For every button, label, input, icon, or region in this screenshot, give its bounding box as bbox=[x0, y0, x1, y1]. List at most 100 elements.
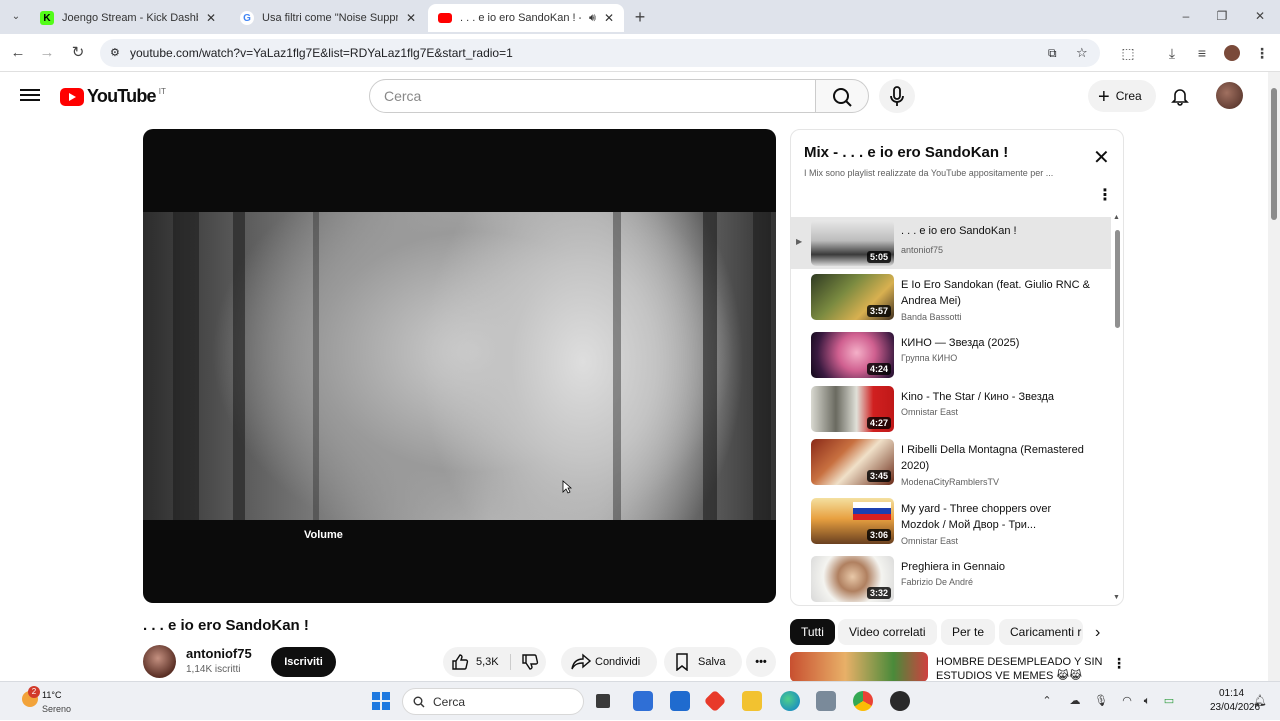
create-button[interactable]: + Crea bbox=[1088, 80, 1156, 112]
install-app-icon[interactable]: ⧉ bbox=[1048, 39, 1057, 67]
channel-avatar[interactable] bbox=[143, 645, 176, 678]
scroll-down-arrow-icon[interactable]: ▼ bbox=[1113, 594, 1120, 601]
browser-tab-strip: ⌄ K Joengo Stream - Kick Dashboar ✕ G Us… bbox=[0, 0, 1280, 34]
search-input[interactable]: Cerca bbox=[369, 79, 816, 113]
weather-condition: Sereno bbox=[42, 704, 72, 714]
outlook-icon[interactable] bbox=[670, 691, 690, 711]
chip-for-you[interactable]: Per te bbox=[941, 619, 996, 645]
video-image-tree bbox=[703, 212, 717, 520]
channel-name[interactable]: antoniof75 bbox=[186, 646, 252, 661]
chip-all[interactable]: Tutti bbox=[790, 619, 835, 645]
recommendation-menu-icon[interactable]: ⋮ bbox=[1112, 655, 1126, 672]
address-bar[interactable]: ⚙ youtube.com/watch?v=YaLaz1flg7E&list=R… bbox=[100, 39, 1100, 67]
windows-start-icon[interactable] bbox=[372, 692, 390, 710]
close-window-button[interactable]: ✕ bbox=[1250, 6, 1270, 26]
close-icon[interactable]: ✕ bbox=[1093, 148, 1110, 168]
tab-search-icon[interactable]: ⌄ bbox=[6, 7, 26, 27]
camera-app-icon[interactable] bbox=[816, 691, 836, 711]
playlist-item[interactable]: 4:24 КИНО — Звезда (2025) Группа КИНО bbox=[791, 329, 1111, 381]
save-button[interactable]: Salva bbox=[664, 647, 742, 677]
video-thumbnail: 4:24 bbox=[811, 332, 894, 378]
close-tab-icon[interactable]: ✕ bbox=[406, 11, 416, 25]
guide-menu-icon[interactable] bbox=[20, 86, 40, 106]
bookmark-star-icon[interactable]: ☆ bbox=[1076, 39, 1088, 67]
chevron-right-icon[interactable]: › bbox=[1095, 624, 1100, 642]
chevron-up-icon[interactable]: ⌃ bbox=[1040, 694, 1054, 708]
office-app-icon[interactable] bbox=[703, 689, 727, 713]
minimize-button[interactable]: – bbox=[1176, 6, 1196, 26]
back-icon[interactable]: ← bbox=[8, 43, 28, 63]
thumbs-up-icon bbox=[452, 654, 469, 670]
playlist-item-channel: Banda Bassotti bbox=[901, 312, 962, 322]
playlist-menu-icon[interactable]: ⋮ bbox=[1097, 188, 1113, 204]
close-tab-icon[interactable]: ✕ bbox=[604, 11, 614, 25]
network-share-icon[interactable]: ☁ bbox=[1068, 694, 1082, 708]
clock-time[interactable]: 01:14 bbox=[1219, 688, 1244, 699]
voice-search-button[interactable] bbox=[879, 79, 915, 113]
new-tab-button[interactable]: + bbox=[630, 7, 650, 27]
more-actions-button[interactable]: ••• bbox=[746, 647, 776, 677]
browser-tab-youtube[interactable]: . . . e io ero SandoKan ! - Yo 🔊︎ ✕ bbox=[428, 4, 624, 32]
like-dislike-group: 5,3K bbox=[443, 647, 546, 677]
weather-widget[interactable]: 2 11°C Sereno bbox=[22, 686, 82, 716]
media-control-icon[interactable]: ≡ bbox=[1192, 43, 1212, 63]
edge-icon[interactable] bbox=[780, 691, 800, 711]
playlist-item[interactable]: 3:45 I Ribelli Della Montagna (Remastere… bbox=[791, 436, 1111, 488]
share-button[interactable]: Condividi bbox=[561, 647, 657, 677]
playlist-item[interactable]: ▶ 5:05 . . . e io ero SandoKan ! antonio… bbox=[791, 217, 1111, 269]
mic-tray-icon[interactable]: 🎙︎ bbox=[1094, 694, 1108, 708]
playlist-item-channel: Omnistar East bbox=[901, 536, 959, 546]
playlist-title[interactable]: Mix - . . . e io ero SandoKan ! bbox=[804, 144, 1008, 161]
browser-tab-google[interactable]: G Usa filtri come "Noise Suppress ✕ bbox=[230, 4, 426, 32]
notification-center-icon[interactable]: 🔔︎ bbox=[1253, 694, 1267, 708]
playlist-item[interactable]: 4:27 Kino - The Star / Кино - Звезда Omn… bbox=[791, 383, 1111, 435]
close-tab-icon[interactable]: ✕ bbox=[206, 11, 216, 25]
task-view-icon[interactable] bbox=[596, 694, 610, 708]
recommended-video-thumbnail[interactable] bbox=[790, 652, 928, 682]
microphone-icon bbox=[890, 86, 904, 106]
google-icon: G bbox=[240, 11, 254, 25]
video-title: . . . e io ero SandoKan ! bbox=[143, 617, 309, 634]
audio-playing-icon[interactable]: 🔊︎ bbox=[589, 12, 596, 25]
playlist-item-channel: ModenaCityRamblersTV bbox=[901, 477, 1000, 487]
kick-icon: K bbox=[40, 11, 54, 25]
page-scrollbar[interactable] bbox=[1268, 72, 1280, 682]
dislike-button[interactable] bbox=[513, 647, 543, 677]
profile-avatar[interactable] bbox=[1222, 43, 1242, 63]
downloads-icon[interactable]: ⤓ bbox=[1162, 43, 1182, 63]
site-info-icon[interactable]: ⚙ bbox=[110, 39, 120, 67]
search-button[interactable] bbox=[815, 79, 869, 113]
subscribe-button[interactable]: Iscriviti bbox=[271, 647, 336, 677]
obs-recording-icon[interactable] bbox=[890, 691, 910, 711]
playlist-item[interactable]: 3:57 E Io Ero Sandokan (feat. Giulio RNC… bbox=[791, 271, 1111, 323]
chrome-icon[interactable] bbox=[853, 691, 873, 711]
browser-menu-icon[interactable]: ⋮ bbox=[1252, 43, 1272, 63]
chip-related[interactable]: Video correlati bbox=[838, 619, 937, 645]
browser-tab-kick[interactable]: K Joengo Stream - Kick Dashboar ✕ bbox=[30, 4, 226, 32]
wifi-icon[interactable]: ◠ bbox=[1120, 694, 1134, 708]
like-button[interactable]: 5,3K bbox=[451, 647, 509, 677]
extensions-icon[interactable]: ⬚ bbox=[1118, 43, 1138, 63]
battery-icon[interactable]: ▭ bbox=[1162, 694, 1176, 708]
speaker-icon[interactable]: 🔈︎ bbox=[1140, 694, 1154, 708]
playlist-item[interactable]: 3:32 Preghiera in Gennaio Fabrizio De An… bbox=[791, 553, 1111, 605]
scroll-up-arrow-icon[interactable]: ▲ bbox=[1113, 214, 1120, 221]
reload-icon[interactable]: ↻ bbox=[68, 43, 88, 63]
recommended-video-title[interactable]: HOMBRE DESEMPLEADO Y SIN ESTUDIOS VE MEM… bbox=[936, 655, 1106, 683]
store-icon[interactable] bbox=[633, 691, 653, 711]
forward-icon[interactable]: → bbox=[37, 43, 57, 63]
playlist-item[interactable]: 3:06 My yard - Three choppers over Mozdo… bbox=[791, 495, 1111, 547]
notifications-bell-icon[interactable] bbox=[1170, 86, 1190, 106]
thumbs-down-icon bbox=[522, 654, 539, 670]
share-icon bbox=[571, 653, 591, 670]
youtube-logo[interactable]: YouTube IT bbox=[60, 86, 166, 107]
page-scrollbar-thumb[interactable] bbox=[1271, 88, 1277, 220]
chip-uploads[interactable]: Caricamenti r bbox=[999, 619, 1083, 645]
file-explorer-icon[interactable] bbox=[742, 691, 762, 711]
account-avatar[interactable] bbox=[1216, 82, 1243, 109]
taskbar-search-box[interactable]: Cerca bbox=[402, 688, 584, 715]
playlist-scrollbar-thumb[interactable] bbox=[1115, 230, 1120, 328]
video-player[interactable]: Volume bbox=[143, 129, 776, 603]
maximize-button[interactable]: ❐ bbox=[1212, 6, 1232, 26]
video-frame[interactable] bbox=[143, 212, 776, 520]
